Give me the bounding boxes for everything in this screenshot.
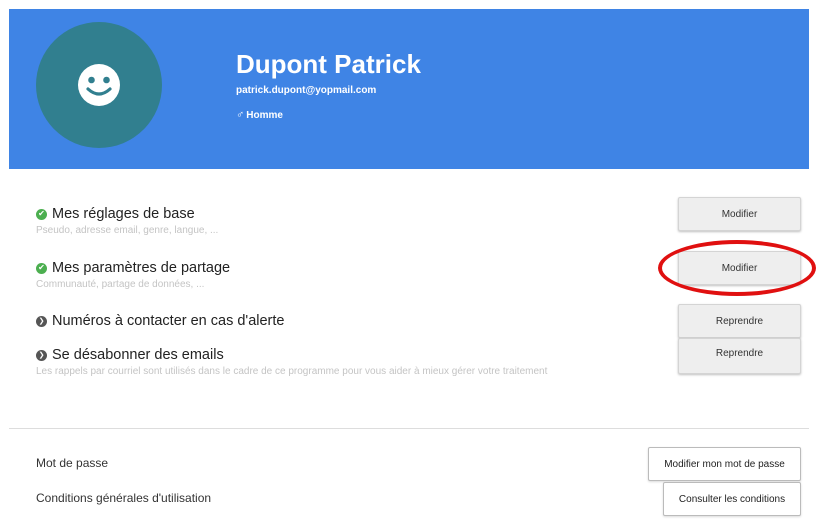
- modify-basic-settings-button[interactable]: Modifier: [678, 197, 801, 231]
- profile-email: patrick.dupont@yopmail.com: [236, 85, 377, 96]
- setting-title: Mes réglages de base: [52, 206, 195, 222]
- password-label: Mot de passe: [36, 456, 109, 470]
- chevron-right-circle-icon: ❯: [36, 349, 47, 361]
- setting-description: Les rappels par courriel sont utilisés d…: [36, 366, 548, 377]
- setting-alert-contacts: ❯ Numéros à contacter en cas d'alerte: [36, 313, 284, 329]
- resume-unsubscribe-button[interactable]: Reprendre: [678, 338, 801, 374]
- terms-label: Conditions générales d'utilisation: [36, 491, 212, 505]
- gender-label: Homme: [246, 109, 283, 121]
- change-password-button[interactable]: Modifier mon mot de passe: [648, 447, 801, 481]
- profile-name: Dupont Patrick: [236, 49, 421, 79]
- section-divider: [9, 428, 809, 429]
- male-icon: ♂: [236, 109, 245, 121]
- profile-gender: ♂ Homme: [236, 109, 283, 121]
- view-terms-button[interactable]: Consulter les conditions: [663, 482, 801, 516]
- setting-title: Numéros à contacter en cas d'alerte: [52, 313, 285, 329]
- setting-description: Communauté, partage de données, ...: [36, 279, 205, 290]
- setting-title: Mes paramètres de partage: [52, 260, 231, 276]
- profile-header: Dupont Patrick patrick.dupont@yopmail.co…: [9, 9, 809, 169]
- resume-alert-contacts-button[interactable]: Reprendre: [678, 304, 801, 338]
- chevron-right-circle-icon: ❯: [36, 315, 47, 327]
- modify-sharing-settings-button[interactable]: Modifier: [678, 251, 801, 285]
- setting-unsubscribe: ❯ Se désabonner des emails Les rappels p…: [36, 347, 636, 380]
- check-circle-icon: ✔: [36, 208, 47, 220]
- setting-title: Se désabonner des emails: [52, 347, 224, 363]
- setting-sharing: ✔ Mes paramètres de partage Communauté, …: [36, 260, 230, 293]
- profile-avatar: [36, 22, 162, 148]
- smiley-face-icon: [78, 64, 120, 106]
- setting-description: Pseudo, adresse email, genre, langue, ..…: [36, 225, 219, 236]
- setting-basic: ✔ Mes réglages de base Pseudo, adresse e…: [36, 206, 218, 239]
- check-circle-icon: ✔: [36, 262, 47, 274]
